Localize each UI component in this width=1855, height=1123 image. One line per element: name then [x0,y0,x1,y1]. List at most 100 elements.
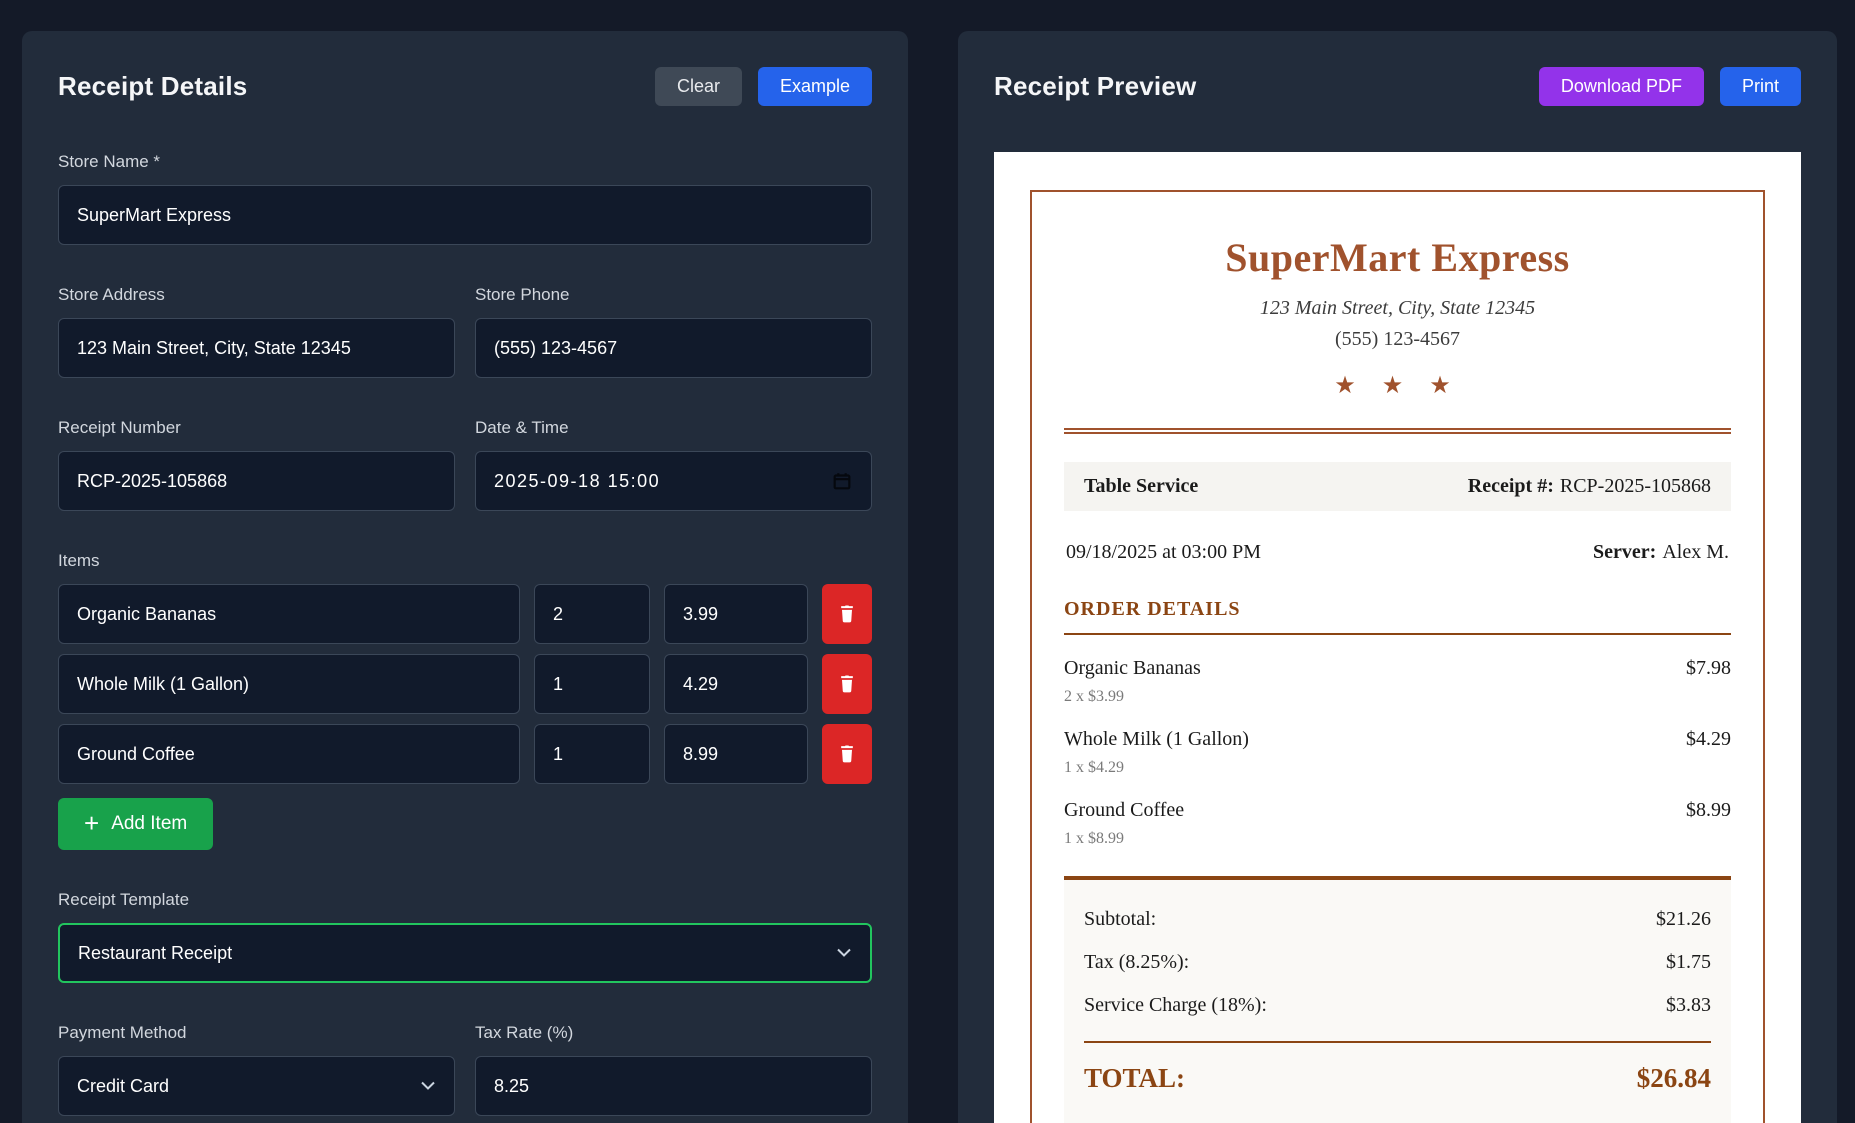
subtotal-label: Subtotal: [1084,908,1157,930]
example-button[interactable]: Example [757,67,872,106]
totals-section: Subtotal: $21.26 Tax (8.25%): $1.75 Serv… [1064,876,1731,1123]
trash-icon [841,675,853,693]
receipt-number-value: RCP-2025-105868 [1559,475,1711,497]
item-qty-input[interactable] [534,724,650,784]
payment-method-field: Payment Method Credit Card [58,1023,455,1116]
item-price-input[interactable] [664,724,808,784]
item-qty-input[interactable] [534,584,650,644]
total-amount: $26.84 [1636,1063,1711,1093]
receipt-store-phone: (555) 123-4567 [1335,328,1460,350]
datetime-input[interactable] [494,470,821,492]
service-charge-row: Service Charge (18%): $3.83 [1084,994,1711,1017]
store-name-field: Store Name * [58,152,872,245]
payment-method-select[interactable]: Credit Card [58,1056,455,1116]
delete-item-button[interactable] [822,654,872,714]
payment-method-label: Payment Method [58,1023,187,1042]
store-address-input[interactable] [58,318,455,378]
server-name: Alex M. [1662,541,1729,563]
item-name-input[interactable] [58,654,520,714]
receipt-datetime: 09/18/2025 at 03:00 PM [1066,541,1262,563]
item-row [58,724,872,784]
add-item-label: Add Item [111,813,188,834]
datetime-field: Date & Time [475,418,872,511]
tax-label: Tax (8.25%): [1084,951,1190,973]
items-label: Items [58,551,100,570]
store-name-label: Store Name * [58,152,161,171]
receipt-number-field: Receipt Number [58,418,455,511]
total-divider [1084,1041,1711,1043]
store-phone-label: Store Phone [475,285,570,304]
print-button[interactable]: Print [1719,67,1801,106]
store-address-label: Store Address [58,285,165,304]
receipt-number-input[interactable] [58,451,455,511]
clear-button[interactable]: Clear [654,67,742,106]
receipt-template-value: Restaurant Receipt [78,942,233,963]
server-line: Server: Alex M. [1593,541,1729,564]
download-pdf-button[interactable]: Download PDF [1538,67,1704,106]
tax-rate-label: Tax Rate (%) [475,1023,574,1042]
receipt-number-label: Receipt Number [58,418,181,437]
tax-row: Tax (8.25%): $1.75 [1084,951,1711,974]
service-band: Table Service Receipt #: RCP-2025-105868 [1064,462,1731,511]
receipt-item-amount: $4.29 [1686,728,1731,750]
receipt-item-detail: 2 x $3.99 [1064,688,1124,705]
receipt-item-name: Ground Coffee [1064,799,1185,821]
details-header: Receipt Details Clear Example [58,67,872,106]
receipt-preview-panel: Receipt Preview Download PDF Print Super… [958,31,1837,1123]
receipt-item-name: Organic Bananas [1064,657,1201,679]
receipt-item-amount: $7.98 [1686,657,1731,679]
order-details-heading: ORDER DETAILS [1064,598,1241,620]
total-label: TOTAL: [1084,1063,1186,1093]
receipt-frame: SuperMart Express 123 Main Street, City,… [1030,190,1765,1123]
service-charge-amount: $3.83 [1666,994,1711,1016]
store-address-field: Store Address [58,285,455,378]
receipt-number-label: Receipt #: [1467,475,1554,497]
item-name-input[interactable] [58,584,520,644]
receipt-number-line: Receipt #: RCP-2025-105868 [1468,475,1711,498]
item-qty-input[interactable] [534,654,650,714]
receipt-store-address: 123 Main Street, City, State 12345 [1259,297,1536,319]
items-section: Items Organic Bananas 2 3.99 Whole Milk … [58,551,872,850]
item-price-input[interactable] [664,584,808,644]
store-phone-field: Store Phone [475,285,872,378]
plus-icon: + [84,808,100,838]
item-row [58,584,872,644]
receipt-template-select[interactable]: Restaurant Receipt [58,923,872,983]
tax-rate-input[interactable] [475,1056,872,1116]
subtotal-row: Subtotal: $21.26 [1084,908,1711,931]
star-rating: ★ ★ ★ [1334,373,1461,399]
subtotal-amount: $21.26 [1656,908,1711,930]
receipt-template-field: Receipt Template Restaurant Receipt [58,890,872,983]
item-row [58,654,872,714]
total-row: TOTAL: $26.84 [1084,1063,1711,1094]
order-details-divider [1064,633,1731,635]
tax-amount: $1.75 [1666,951,1711,973]
receipt-template-label: Receipt Template [58,890,190,909]
receipt-item-detail: 1 x $4.29 [1064,759,1124,776]
calendar-icon[interactable] [831,470,853,492]
tax-rate-field: Tax Rate (%) [475,1023,872,1116]
receipt-store-name: SuperMart Express [1225,235,1570,280]
double-divider [1064,428,1731,434]
receipt-item-name: Whole Milk (1 Gallon) [1064,728,1249,750]
delete-item-button[interactable] [822,584,872,644]
add-item-button[interactable]: + Add Item [58,798,214,850]
trash-icon [841,745,853,763]
item-name-input[interactable] [58,724,520,784]
preview-title: Receipt Preview [994,71,1197,101]
store-name-input[interactable] [58,185,872,245]
details-title: Receipt Details [58,71,248,101]
store-phone-input[interactable] [475,318,872,378]
date-server-row: 09/18/2025 at 03:00 PM Server: Alex M. [1064,541,1731,564]
payment-method-value: Credit Card [77,1075,170,1096]
receipt-item: Ground Coffee $8.99 1 x $8.99 [1064,799,1731,848]
receipt-item-detail: 1 x $8.99 [1064,830,1124,847]
receipt-item: Organic Bananas $7.98 2 x $3.99 [1064,657,1731,706]
receipt-item: Whole Milk (1 Gallon) $4.29 1 x $4.29 [1064,728,1731,777]
item-price-input[interactable] [664,654,808,714]
app-root: Receipt Details Clear Example Store Name… [0,0,1855,1123]
datetime-label: Date & Time [475,418,569,437]
receipt-paper: SuperMart Express 123 Main Street, City,… [994,152,1801,1123]
delete-item-button[interactable] [822,724,872,784]
chevron-down-icon [421,1081,435,1090]
